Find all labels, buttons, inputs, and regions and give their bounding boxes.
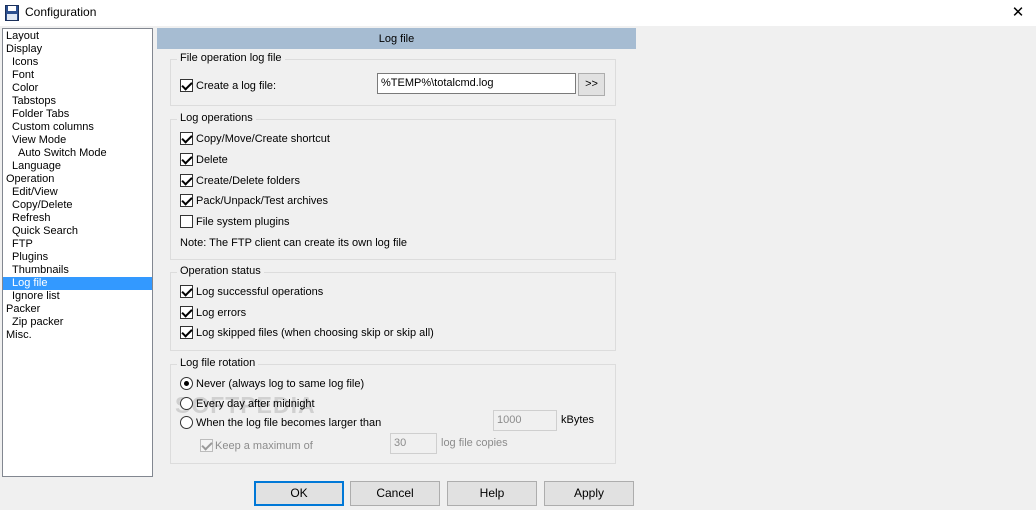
tree-item-copy-delete[interactable]: Copy/Delete xyxy=(3,199,152,212)
tree-item-label: Copy/Delete xyxy=(12,199,73,211)
status-option-checkbox[interactable] xyxy=(180,326,193,339)
tree-item-label: Language xyxy=(12,160,61,172)
cancel-button[interactable]: Cancel xyxy=(350,481,440,506)
tree-item-label: Misc. xyxy=(6,329,32,341)
tree-item-label: Thumbnails xyxy=(12,264,69,276)
copies-input[interactable]: 30 xyxy=(390,433,437,454)
tree-item-view-mode[interactable]: View Mode xyxy=(3,134,152,147)
tree-item-ftp[interactable]: FTP xyxy=(3,238,152,251)
tree-item-label: Refresh xyxy=(12,212,51,224)
log-operation-label[interactable]: Copy/Move/Create shortcut xyxy=(196,132,330,146)
rotation-option-label[interactable]: When the log file becomes larger than xyxy=(196,416,381,430)
status-option-label[interactable]: Log successful operations xyxy=(196,285,323,299)
tree-item-icons[interactable]: Icons xyxy=(3,56,152,69)
log-operation-checkbox[interactable] xyxy=(180,194,193,208)
tree-item-label: FTP xyxy=(12,238,33,250)
close-icon[interactable]: ✕ xyxy=(1006,2,1030,24)
tree-item-auto-switch-mode[interactable]: Auto Switch Mode xyxy=(3,147,152,160)
tree-item-thumbnails[interactable]: Thumbnails xyxy=(3,264,152,277)
apply-button[interactable]: Apply xyxy=(544,481,634,506)
status-option-checkbox[interactable] xyxy=(180,285,193,298)
tree-item-zip-packer[interactable]: Zip packer xyxy=(3,316,152,329)
status-option-label[interactable]: Log errors xyxy=(196,306,246,320)
size-input[interactable]: 1000 xyxy=(493,410,557,431)
tree-item-folder-tabs[interactable]: Folder Tabs xyxy=(3,108,152,121)
tree-item-label: Edit/View xyxy=(12,186,58,198)
tree-item-operation[interactable]: Operation xyxy=(3,173,152,186)
tree-item-label: Auto Switch Mode xyxy=(18,147,107,159)
rotation-option-label[interactable]: Every day after midnight xyxy=(196,397,315,411)
create-log-checkbox[interactable] xyxy=(180,79,193,92)
tree-item-label: Icons xyxy=(12,56,39,68)
tree-item-label: Zip packer xyxy=(12,316,64,328)
tree-item-label: Folder Tabs xyxy=(12,108,70,120)
tree-item-edit-view[interactable]: Edit/View xyxy=(3,186,152,199)
log-operation-label[interactable]: Delete xyxy=(196,153,228,167)
window-title: Configuration xyxy=(25,5,97,19)
tree-item-label: Ignore list xyxy=(12,290,60,302)
log-operation-checkbox[interactable] xyxy=(180,152,193,166)
category-tree[interactable]: Layout Display Icons Font Color Tabstops Folde… xyxy=(2,28,153,477)
rotation-radio[interactable] xyxy=(180,416,193,429)
rotation-radio[interactable] xyxy=(180,377,193,390)
tree-item-label: Color xyxy=(12,82,39,94)
log-operation-checkbox[interactable] xyxy=(180,132,193,145)
tree-item-display[interactable]: Display xyxy=(3,43,152,56)
tree-item-label: Packer xyxy=(6,303,41,315)
tree-item-custom-columns[interactable]: Custom columns xyxy=(3,121,152,134)
title-bar xyxy=(0,0,1036,26)
tree-item-label: Plugins xyxy=(12,251,49,263)
keep-max-checkbox[interactable] xyxy=(200,439,213,452)
tree-item-plugins[interactable]: Plugins xyxy=(3,251,152,264)
log-operation-label[interactable]: Pack/Unpack/Test archives xyxy=(196,194,328,208)
tree-item-label: View Mode xyxy=(12,134,67,146)
rotation-option-label[interactable]: Never (always log to same log file) xyxy=(196,377,364,391)
tree-item-ignore-list[interactable]: Ignore list xyxy=(3,290,152,303)
tree-item-tabstops[interactable]: Tabstops xyxy=(3,95,152,108)
log-operations-title: Log operations xyxy=(177,112,256,125)
status-option-checkbox[interactable] xyxy=(180,305,193,319)
tree-item-language[interactable]: Language xyxy=(3,160,152,173)
tree-item-log-file[interactable]: Log file xyxy=(3,277,152,290)
tree-item-layout[interactable]: Layout xyxy=(3,30,152,43)
status-option-label[interactable]: Log skipped files (when choosing skip or… xyxy=(196,326,434,340)
log-operation-checkbox[interactable] xyxy=(180,173,193,187)
tree-item-packer[interactable]: Packer xyxy=(3,303,152,316)
tree-item-label: Layout xyxy=(6,30,40,42)
tree-item-misc[interactable]: Misc. xyxy=(3,329,152,342)
copies-unit-label: log file copies xyxy=(441,437,508,449)
log-operation-label[interactable]: File system plugins xyxy=(196,215,290,229)
rotation-title: Log file rotation xyxy=(177,357,259,370)
tree-item-color[interactable]: Color xyxy=(3,82,152,95)
log-operation-label[interactable]: Create/Delete folders xyxy=(196,174,300,188)
app-icon xyxy=(5,5,19,21)
ftp-note: Note: The FTP client can create its own … xyxy=(180,237,408,249)
tree-item-label: Tabstops xyxy=(12,95,57,107)
tree-item-refresh[interactable]: Refresh xyxy=(3,212,152,225)
operation-status-title: Operation status xyxy=(177,265,264,278)
ok-button[interactable]: OK xyxy=(254,481,344,506)
size-unit-label: kBytes xyxy=(561,414,595,426)
help-button[interactable]: Help xyxy=(447,481,537,506)
keep-max-label: Keep a maximum of xyxy=(215,440,313,452)
log-path-input[interactable]: %TEMP%\totalcmd.log xyxy=(377,73,576,94)
rotation-radio[interactable] xyxy=(180,396,193,410)
log-operation-checkbox[interactable] xyxy=(180,215,193,229)
tree-item-label: Display xyxy=(6,43,43,55)
create-log-label[interactable]: Create a log file: xyxy=(196,79,276,93)
tree-item-label: Custom columns xyxy=(12,121,94,133)
page-title: Log file xyxy=(157,28,636,49)
tree-item-label: Log file xyxy=(12,277,48,290)
tree-item-label: Quick Search xyxy=(12,225,79,237)
browse-button[interactable]: >> xyxy=(578,73,605,96)
tree-item-font[interactable]: Font xyxy=(3,69,152,82)
file-log-group-title: File operation log file xyxy=(177,52,285,65)
tree-item-label: Font xyxy=(12,69,35,81)
tree-item-quick-search[interactable]: Quick Search xyxy=(3,225,152,238)
tree-item-label: Operation xyxy=(6,173,55,185)
